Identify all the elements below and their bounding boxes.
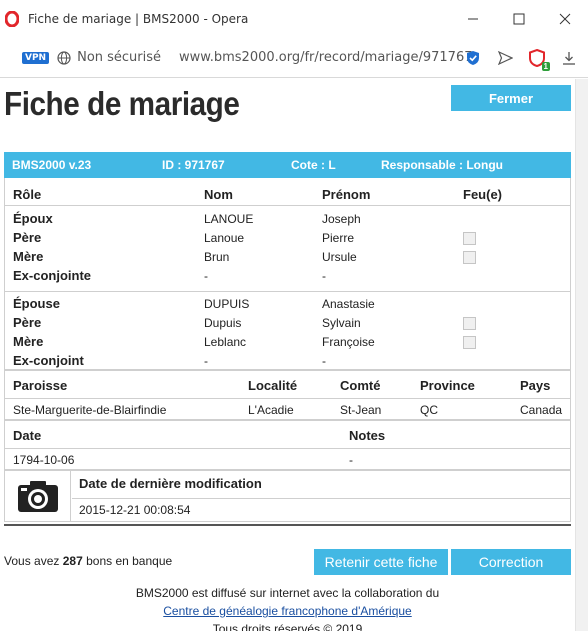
footer-copyright: Tous droits réservés © 2019: [212, 622, 363, 631]
url-field[interactable]: www.bms2000.org/fr/record/mariage/971767: [179, 50, 472, 65]
modification-date: 2015-12-21 00:08:54: [79, 503, 191, 517]
pays-value: Canada: [520, 403, 563, 417]
header-role: Rôle: [13, 187, 42, 202]
header-paroisse: Paroisse: [13, 378, 68, 393]
date-value: 1794-10-06: [13, 453, 75, 467]
record-cote: Cote : L: [291, 158, 336, 172]
prenom-value: Sylvain: [322, 316, 361, 330]
record-id: ID : 971767: [162, 158, 225, 172]
header-province: Province: [420, 378, 475, 393]
nom-value: -: [204, 269, 208, 283]
close-window-button[interactable]: [542, 0, 588, 38]
adblock-button[interactable]: 1: [524, 45, 550, 71]
adblock-count-badge: 1: [541, 62, 550, 71]
page-title: Fiche de mariage: [4, 85, 240, 122]
record-info-bar: BMS2000 v.23 ID : 971767 Cote : L Respon…: [4, 152, 571, 178]
prenom-value: Joseph: [322, 212, 361, 226]
feu-checkbox[interactable]: [463, 232, 476, 245]
minimize-icon: [468, 18, 478, 20]
prenom-value: -: [322, 354, 326, 368]
globe-icon: [57, 50, 71, 65]
prenom-value: Ursule: [322, 250, 357, 264]
prenom-value: Pierre: [322, 231, 355, 245]
role-label: Mère: [13, 249, 44, 264]
close-button[interactable]: Fermer: [451, 85, 571, 111]
header-nom: Nom: [204, 187, 233, 202]
modification-panel: Date de dernière modification 2015-12-21…: [4, 470, 571, 522]
prenom-value: Françoise: [322, 335, 375, 349]
opera-logo-icon: [4, 11, 20, 27]
header-localite: Localité: [248, 378, 298, 393]
role-label: Ex-conjoint: [13, 353, 84, 368]
feu-checkbox[interactable]: [463, 251, 476, 264]
prenom-value: Anastasie: [322, 297, 375, 311]
nom-value: Brun: [204, 250, 230, 264]
comte-value: St-Jean: [340, 403, 382, 417]
nom-value: Lanoue: [204, 231, 245, 245]
prenom-value: -: [322, 269, 326, 283]
modification-label: Date de dernière modification: [79, 476, 262, 491]
correction-button[interactable]: Correction: [451, 549, 571, 575]
header-pays: Pays: [520, 378, 551, 393]
header-feu: Feu(e): [463, 187, 502, 202]
header-notes: Notes: [349, 428, 386, 443]
feu-checkbox[interactable]: [463, 317, 476, 330]
header-date: Date: [13, 428, 42, 443]
send-icon: [497, 51, 513, 65]
bank-status: Vous avez 287 bons en banque: [4, 554, 172, 568]
role-label: Ex-conjointe: [13, 268, 92, 283]
nom-value: DUPUIS: [204, 297, 250, 311]
download-icon: [563, 52, 575, 65]
keep-record-button[interactable]: Retenir cette fiche: [314, 549, 448, 575]
shield-check-icon: [467, 51, 479, 65]
paroisse-value: Ste-Marguerite-de-Blairfindie: [13, 403, 167, 417]
header-comte: Comté: [340, 378, 381, 393]
partner-link[interactable]: Centre de généalogie francophone d'Améri…: [163, 604, 411, 618]
bank-suffix: bons en banque: [86, 554, 173, 568]
shield-check-button[interactable]: [460, 45, 486, 71]
maximize-icon: [513, 13, 525, 25]
download-button[interactable]: [556, 45, 582, 71]
role-label: Mère: [13, 334, 44, 349]
footer-collaboration: BMS2000 est diffusé sur internet avec la…: [135, 586, 440, 600]
role-label: Époux: [13, 211, 53, 226]
version-label: BMS2000 v.23: [12, 158, 92, 172]
maximize-button[interactable]: [496, 0, 542, 38]
record-responsable: Responsable : Longu: [381, 158, 504, 172]
window-title: Fiche de mariage | BMS2000 - Opera: [28, 12, 249, 26]
feu-checkbox[interactable]: [463, 336, 476, 349]
province-value: QC: [420, 403, 438, 417]
bank-count: 287: [62, 554, 83, 568]
footer-link-row: Centre de généalogie francophone d'Améri…: [0, 604, 575, 618]
nom-value: -: [204, 354, 208, 368]
place-table: Paroisse Localité Comté Province Pays St…: [4, 370, 571, 420]
close-icon: [559, 13, 571, 25]
date-table: Date Notes 1794-10-06 -: [4, 420, 571, 470]
notes-value: -: [349, 453, 353, 467]
camera-icon[interactable]: [16, 480, 60, 514]
nom-value: LANOUE: [204, 212, 254, 226]
address-bar: VPN Non sécurisé www.bms2000.org/fr/reco…: [0, 38, 588, 78]
vpn-badge[interactable]: VPN: [22, 51, 50, 64]
bank-prefix: Vous avez: [4, 554, 60, 568]
role-label: Père: [13, 230, 42, 245]
role-label: Père: [13, 315, 42, 330]
camera-cell: [5, 471, 71, 522]
divider: [4, 524, 571, 526]
nom-value: Dupuis: [204, 316, 242, 330]
window-titlebar: Fiche de mariage | BMS2000 - Opera: [0, 0, 588, 38]
localite-value: L'Acadie: [248, 403, 294, 417]
security-status[interactable]: Non sécurisé: [77, 50, 161, 65]
send-button[interactable]: [492, 45, 518, 71]
page-scrollbar[interactable]: [575, 79, 588, 631]
nom-value: Leblanc: [204, 335, 247, 349]
page-content: Fiche de mariage Fermer BMS2000 v.23 ID …: [0, 79, 575, 631]
header-prenom: Prénom: [322, 187, 371, 202]
role-label: Épouse: [13, 296, 60, 311]
minimize-button[interactable]: [450, 0, 496, 38]
persons-table: Rôle Nom Prénom Feu(e) Époux LANOUE Jose…: [4, 178, 571, 370]
